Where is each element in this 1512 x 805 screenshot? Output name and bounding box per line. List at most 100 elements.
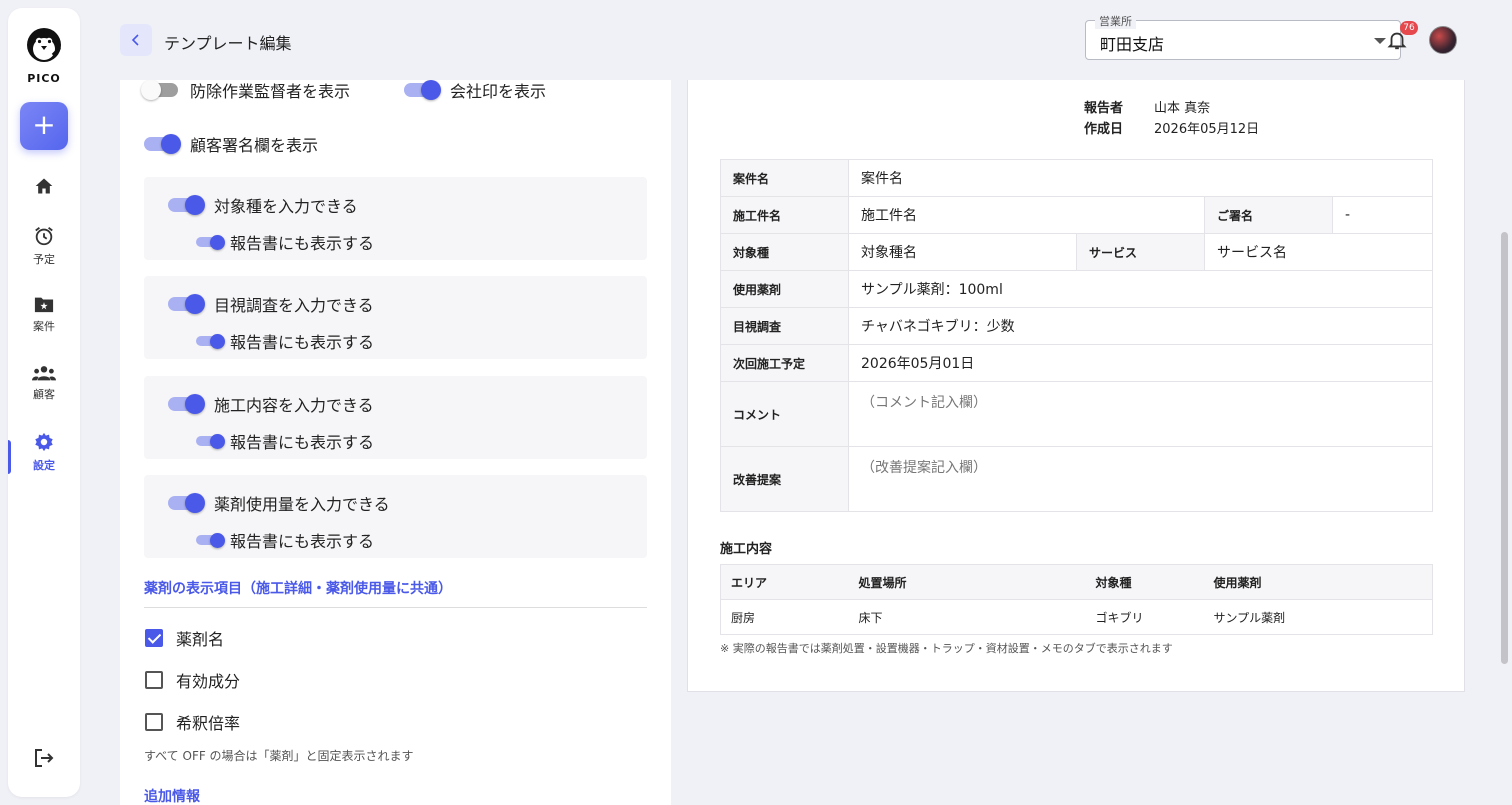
toggle-knob: [185, 294, 205, 314]
card-sub-toggle-row[interactable]: 報告書にも表示する: [196, 329, 374, 353]
section-divider: [144, 607, 647, 608]
supervisor-toggle[interactable]: [141, 80, 178, 100]
toggle-label: 施工内容を入力できる: [214, 396, 374, 415]
visual-report-toggle[interactable]: [196, 333, 225, 349]
cell-label: 案件名: [720, 159, 849, 197]
logout-icon[interactable]: [32, 746, 56, 770]
chem-name-checkbox[interactable]: [145, 629, 163, 647]
work-content-table: エリア 処置場所 対象種 使用薬剤 厨房 床下 ゴキブリ サンプル薬剤: [720, 564, 1433, 635]
reporter-value: 山本 真奈: [1154, 101, 1211, 116]
gear-icon: [35, 432, 53, 452]
sidebar-item-label: 顧客: [33, 388, 55, 401]
page-title: テンプレート編集: [164, 34, 292, 53]
table-cell: 厨房: [720, 599, 849, 635]
checkbox-row-active-ingredient[interactable]: 有効成分: [145, 668, 240, 692]
report-footnote: ※ 実際の報告書では薬剤処置・設置機器・トラップ・資材設置・メモのタブで表示され…: [720, 642, 1173, 655]
card-main-toggle-row[interactable]: 薬剤使用量を入力できる: [168, 491, 390, 515]
branch-select[interactable]: 営業所 町田支店: [1085, 13, 1401, 60]
add-button[interactable]: +: [20, 102, 68, 150]
top-header: テンプレート編集 営業所 町田支店 76: [80, 0, 1512, 80]
toggle-knob: [185, 493, 205, 513]
toggle-knob: [141, 80, 161, 100]
work-input-toggle[interactable]: [168, 394, 205, 414]
reporter-row: 報告者 山本 真奈: [1084, 97, 1210, 116]
created-value: 2026年05月12日: [1154, 122, 1260, 137]
cell-value: （コメント記入欄）: [848, 381, 1433, 447]
company-seal-toggle[interactable]: [404, 80, 441, 100]
chem-amount-report-toggle[interactable]: [196, 532, 225, 548]
checkbox-label: 薬剤名: [176, 630, 225, 649]
sidebar-item-label: 案件: [33, 320, 55, 333]
column-header: 使用薬剤: [1203, 564, 1433, 600]
cell-label: 目視調査: [720, 307, 849, 345]
folder-star-icon: [34, 297, 54, 313]
toggle-label: 報告書にも表示する: [230, 234, 375, 253]
customer-sign-toggle[interactable]: [144, 134, 181, 154]
template-settings-panel: 防除作業監督者を表示 会社印を表示 顧客署名欄を表示 対象種を入力できる 報告書…: [120, 80, 671, 805]
cell-value: 2026年05月01日: [848, 344, 1433, 382]
logo-text: PICO: [27, 72, 61, 85]
table-cell: ゴキブリ: [1085, 599, 1204, 635]
checkbox-row-dilution[interactable]: 希釈倍率: [145, 710, 240, 734]
table-row: 次回施工予定 2026年05月01日: [720, 344, 1433, 382]
cell-label: 対象種: [720, 233, 849, 271]
species-report-toggle[interactable]: [196, 234, 225, 250]
reporter-label: 報告者: [1084, 101, 1124, 116]
active-ingredient-checkbox[interactable]: [145, 671, 163, 689]
toggle-row-company-seal[interactable]: 会社印を表示: [404, 80, 546, 102]
created-label: 作成日: [1084, 122, 1124, 137]
card-main-toggle-row[interactable]: 対象種を入力できる: [168, 193, 358, 217]
cell-value: サンプル薬剤：100ml: [848, 270, 1433, 308]
chem-amount-input-toggle[interactable]: [168, 493, 205, 513]
column-header: エリア: [720, 564, 849, 600]
notification-badge: 76: [1400, 21, 1418, 35]
sidebar-item-schedule[interactable]: 予定: [8, 225, 80, 267]
avatar[interactable]: [1429, 26, 1457, 54]
checkbox-row-chem-name[interactable]: 薬剤名: [145, 626, 224, 650]
sidebar-item-home[interactable]: [8, 176, 80, 200]
cell-label: 使用薬剤: [720, 270, 849, 308]
page-scrollbar[interactable]: [1501, 232, 1508, 664]
caret-down-icon: [1374, 38, 1386, 44]
report-preview: 報告者 山本 真奈 作成日 2026年05月12日 案件名 案件名 施工件名 施…: [687, 80, 1465, 692]
card-sub-toggle-row[interactable]: 報告書にも表示する: [196, 528, 374, 552]
dilution-checkbox[interactable]: [145, 713, 163, 731]
table-row: 改善提案 （改善提案記入欄）: [720, 446, 1433, 512]
toggle-label: 対象種を入力できる: [214, 197, 358, 216]
toggle-row-supervisor[interactable]: 防除作業監督者を表示: [141, 80, 350, 102]
card-main-toggle-row[interactable]: 施工内容を入力できる: [168, 392, 374, 416]
card-sub-toggle-row[interactable]: 報告書にも表示する: [196, 230, 374, 254]
setting-card-species: 対象種を入力できる 報告書にも表示する: [144, 177, 647, 260]
chem-note: すべて OFF の場合は「薬剤」と固定表示されます: [144, 749, 414, 763]
species-input-toggle[interactable]: [168, 195, 205, 215]
work-report-toggle[interactable]: [196, 433, 225, 449]
toggle-label: 目視調査を入力できる: [214, 296, 374, 315]
extra-section-title: 追加情報: [144, 789, 200, 805]
toggle-row-customer-sign[interactable]: 顧客署名欄を表示: [144, 132, 318, 156]
sidebar-item-customers[interactable]: 顧客: [8, 364, 80, 402]
sidebar-item-cases[interactable]: 案件: [8, 294, 80, 334]
card-sub-toggle-row[interactable]: 報告書にも表示する: [196, 429, 374, 453]
cell-value: -: [1332, 196, 1433, 234]
home-icon: [35, 178, 53, 194]
visual-input-toggle[interactable]: [168, 294, 205, 314]
table-cell: 床下: [848, 599, 1086, 635]
toggle-knob: [210, 333, 225, 349]
toggle-knob: [185, 195, 205, 215]
cell-label: 次回施工予定: [720, 344, 849, 382]
back-button[interactable]: [120, 24, 152, 56]
table-row: 目視調査 チャバネゴキブリ：少数: [720, 307, 1433, 345]
toggle-label: 報告書にも表示する: [230, 532, 375, 551]
sidebar-item-label: 設定: [33, 459, 55, 472]
sidebar-item-label: 予定: [33, 253, 55, 266]
card-main-toggle-row[interactable]: 目視調査を入力できる: [168, 292, 374, 316]
column-header: 処置場所: [848, 564, 1086, 600]
chevron-left-icon: [131, 34, 139, 46]
setting-card-visual: 目視調査を入力できる 報告書にも表示する: [144, 276, 647, 359]
cell-value: 施工件名: [848, 196, 1205, 234]
pico-logo[interactable]: PICO: [22, 24, 66, 90]
cell-value: （改善提案記入欄）: [848, 446, 1433, 512]
table-cell: サンプル薬剤: [1203, 599, 1433, 635]
sidebar-item-settings[interactable]: 設定: [8, 431, 80, 473]
checkbox-label: 希釈倍率: [176, 714, 241, 733]
